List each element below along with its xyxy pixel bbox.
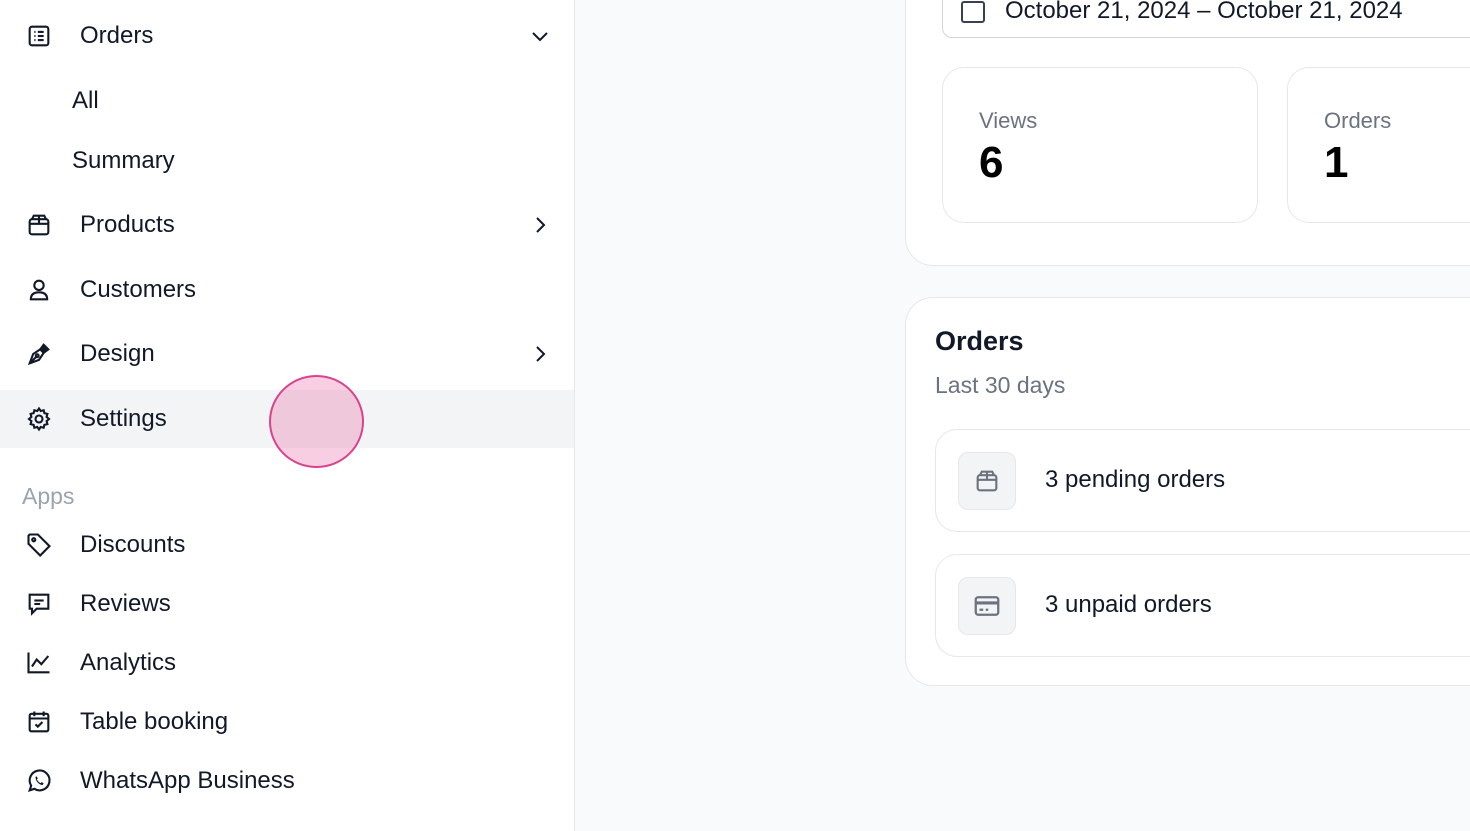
apps-section-heading: Apps (22, 483, 75, 509)
sidebar-item-customers[interactable]: Customers (0, 261, 574, 319)
credit-card-icon (958, 577, 1016, 635)
sidebar-item-whatsapp-business[interactable]: WhatsApp Business (0, 752, 574, 810)
chart-icon (24, 648, 54, 678)
user-icon (24, 275, 54, 305)
pending-orders-row[interactable]: 3 pending orders (935, 429, 1470, 532)
chevron-right-icon[interactable] (526, 340, 554, 368)
orders-card-subtitle: Last 30 days (935, 372, 1066, 398)
sidebar-subitem-all[interactable]: All (0, 76, 574, 126)
package-icon (24, 210, 54, 240)
stat-card-orders: Orders 1 (1287, 67, 1470, 223)
stat-card-views: Views 6 (942, 67, 1258, 223)
chevron-down-icon[interactable] (526, 22, 554, 50)
unpaid-orders-row[interactable]: 3 unpaid orders (935, 554, 1470, 657)
sidebar-item-label: Orders (80, 22, 154, 49)
stat-label: Orders (1324, 108, 1392, 133)
sidebar-item-label: WhatsApp Business (80, 767, 295, 794)
sidebar-subitem-summary[interactable]: Summary (0, 136, 574, 186)
sidebar-item-label: Analytics (80, 649, 177, 676)
sidebar-item-products[interactable]: Products (0, 196, 574, 254)
pen-nib-icon (24, 339, 54, 369)
gear-icon (24, 404, 54, 434)
calendar-icon (961, 1, 985, 23)
date-range-picker[interactable]: October 21, 2024 – October 21, 2024 (942, 0, 1470, 38)
message-icon (24, 589, 54, 619)
sidebar-item-settings[interactable]: Settings (0, 390, 574, 448)
whatsapp-icon (24, 766, 54, 796)
sidebar-item-label: Discounts (80, 531, 186, 558)
sidebar-subitem-label: All (72, 87, 99, 114)
sidebar-item-table-booking[interactable]: Table booking (0, 693, 574, 751)
stat-label: Views (979, 108, 1038, 133)
calendar-icon (24, 707, 54, 737)
stat-value: 6 (979, 138, 1004, 187)
sidebar-item-label: Settings (80, 405, 167, 432)
package-icon (958, 452, 1016, 510)
sidebar-item-label: Table booking (80, 708, 229, 735)
tag-icon (24, 530, 54, 560)
sidebar-item-label: Products (80, 211, 175, 238)
list-icon (24, 21, 54, 51)
sidebar-item-label: Customers (80, 276, 197, 303)
sidebar-item-discounts[interactable]: Discounts (0, 516, 574, 574)
order-row-text: 3 unpaid orders (1045, 591, 1212, 618)
sidebar-item-analytics[interactable]: Analytics (0, 634, 574, 692)
sidebar-item-reviews[interactable]: Reviews (0, 575, 574, 633)
chevron-right-icon[interactable] (526, 211, 554, 239)
order-row-text: 3 pending orders (1045, 466, 1226, 493)
sidebar-item-design[interactable]: Design (0, 325, 574, 383)
orders-card-title: Orders (935, 326, 1024, 356)
stat-value: 1 (1324, 138, 1349, 187)
sidebar-item-label: Design (80, 340, 155, 367)
date-range-text: October 21, 2024 – October 21, 2024 (1005, 0, 1403, 24)
sidebar-subitem-label: Summary (72, 147, 175, 174)
sidebar: Orders All Summary Products Customers De… (0, 0, 575, 831)
sidebar-item-label: Reviews (80, 590, 171, 617)
sidebar-item-orders[interactable]: Orders (0, 7, 574, 65)
